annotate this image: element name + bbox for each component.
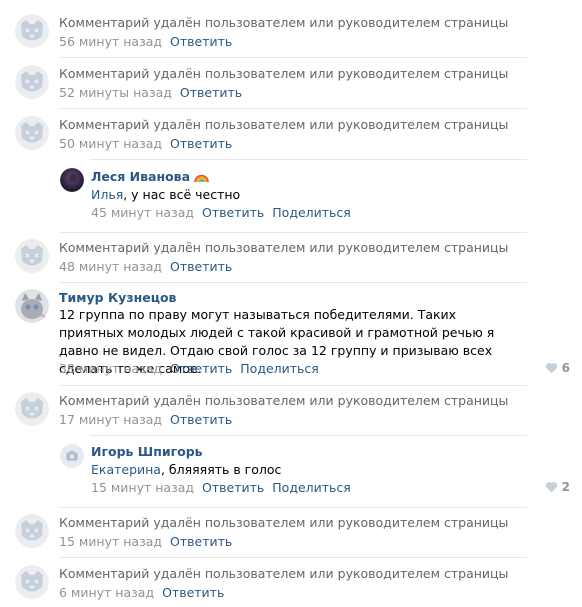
comment-meta: 15 минут назад Ответить Поделиться <box>91 480 351 495</box>
comment-header: Тимур Кузнецов <box>59 290 176 305</box>
comment-header: Игорь Шпигорь <box>91 444 203 459</box>
deleted-user-avatar <box>15 514 49 548</box>
reply-link[interactable]: Ответить <box>202 480 264 495</box>
deleted-user-avatar <box>15 14 49 48</box>
divider <box>59 282 527 283</box>
like-count: 2 <box>561 480 570 494</box>
reply-link[interactable]: Ответить <box>170 34 232 49</box>
comment-meta: 48 минут назад Ответить <box>59 259 232 274</box>
deleted-user-avatar <box>15 565 49 599</box>
reply-link[interactable]: Ответить <box>180 85 242 100</box>
divider <box>59 385 527 386</box>
deleted-message: Комментарий удалён пользователем или рук… <box>59 66 509 81</box>
like-button[interactable]: 2 <box>545 480 570 494</box>
deactivated-dog-icon <box>15 514 49 548</box>
timestamp[interactable]: 56 минут назад <box>59 34 162 49</box>
deleted-message: Комментарий удалён пользователем или рук… <box>59 515 509 530</box>
like-count: 6 <box>561 361 570 375</box>
deleted-message: Комментарий удалён пользователем или рук… <box>59 393 509 408</box>
comment-meta: 45 минут назад Ответить Поделиться <box>91 205 351 220</box>
reply-link[interactable]: Ответить <box>202 205 264 220</box>
comment-meta: 52 минуты назад Ответить <box>59 85 242 100</box>
heart-icon <box>545 362 558 374</box>
deactivated-dog-icon <box>15 239 49 273</box>
author-name[interactable]: Леся Иванова <box>91 169 190 184</box>
like-button[interactable]: 6 <box>545 361 570 375</box>
deleted-message: Комментарий удалён пользователем или рук… <box>59 117 509 132</box>
camera-placeholder-icon <box>60 444 84 468</box>
deleted-user-avatar <box>15 239 49 273</box>
comment-meta: 38 минут назад Ответить Поделиться <box>59 361 319 376</box>
deleted-message: Комментарий удалён пользователем или рук… <box>59 15 509 30</box>
reply-link[interactable]: Ответить <box>170 361 232 376</box>
timestamp[interactable]: 38 минут назад <box>59 361 162 376</box>
divider <box>59 57 527 58</box>
divider <box>59 108 527 109</box>
deleted-message: Комментарий удалён пользователем или рук… <box>59 240 509 255</box>
heart-icon <box>545 481 558 493</box>
comment-text: , у нас всё честно <box>123 187 241 202</box>
divider <box>59 557 527 558</box>
deactivated-dog-icon <box>15 565 49 599</box>
reply-link[interactable]: Ответить <box>170 259 232 274</box>
user-avatar[interactable] <box>15 289 49 323</box>
user-avatar[interactable] <box>60 444 84 468</box>
user-avatar[interactable] <box>60 168 84 192</box>
deactivated-dog-icon <box>15 14 49 48</box>
author-name[interactable]: Игорь Шпигорь <box>91 444 203 459</box>
comment-body: Екатерина, бляяяять в голос <box>91 462 281 477</box>
timestamp[interactable]: 48 минут назад <box>59 259 162 274</box>
deleted-user-avatar <box>15 65 49 99</box>
comment-text: , бляяяять в голос <box>160 462 282 477</box>
timestamp[interactable]: 50 минут назад <box>59 136 162 151</box>
reply-link[interactable]: Ответить <box>162 585 224 600</box>
comment-meta: 50 минут назад Ответить <box>59 136 232 151</box>
reply-link[interactable]: Ответить <box>170 534 232 549</box>
comment-header: Леся Иванова <box>91 169 209 186</box>
comment-meta: 6 минут назад Ответить <box>59 585 224 600</box>
divider <box>59 507 527 508</box>
timestamp[interactable]: 15 минут назад <box>91 480 194 495</box>
author-name[interactable]: Тимур Кузнецов <box>59 290 176 305</box>
share-link[interactable]: Поделиться <box>272 480 351 495</box>
deleted-user-avatar <box>15 116 49 150</box>
reply-to-link[interactable]: Екатерина <box>91 462 161 477</box>
divider <box>90 159 527 160</box>
deactivated-dog-icon <box>15 116 49 150</box>
share-link[interactable]: Поделиться <box>272 205 351 220</box>
timestamp[interactable]: 15 минут назад <box>59 534 162 549</box>
timestamp[interactable]: 45 минут назад <box>91 205 194 220</box>
divider <box>59 232 527 233</box>
timestamp[interactable]: 52 минуты назад <box>59 85 172 100</box>
deactivated-dog-icon <box>15 65 49 99</box>
deactivated-dog-icon <box>15 392 49 426</box>
reply-to-link[interactable]: Илья <box>91 187 123 202</box>
deleted-user-avatar <box>15 392 49 426</box>
divider <box>90 435 527 436</box>
comment-meta: 17 минут назад Ответить <box>59 412 232 427</box>
rainbow-icon <box>194 171 209 186</box>
reply-link[interactable]: Ответить <box>170 136 232 151</box>
comment-meta: 15 минут назад Ответить <box>59 534 232 549</box>
timestamp[interactable]: 17 минут назад <box>59 412 162 427</box>
timestamp[interactable]: 6 минут назад <box>59 585 154 600</box>
comment-body: Илья, у нас всё честно <box>91 187 240 202</box>
reply-link[interactable]: Ответить <box>170 412 232 427</box>
share-link[interactable]: Поделиться <box>240 361 319 376</box>
deleted-message: Комментарий удалён пользователем или рук… <box>59 566 509 581</box>
comment-meta: 56 минут назад Ответить <box>59 34 232 49</box>
